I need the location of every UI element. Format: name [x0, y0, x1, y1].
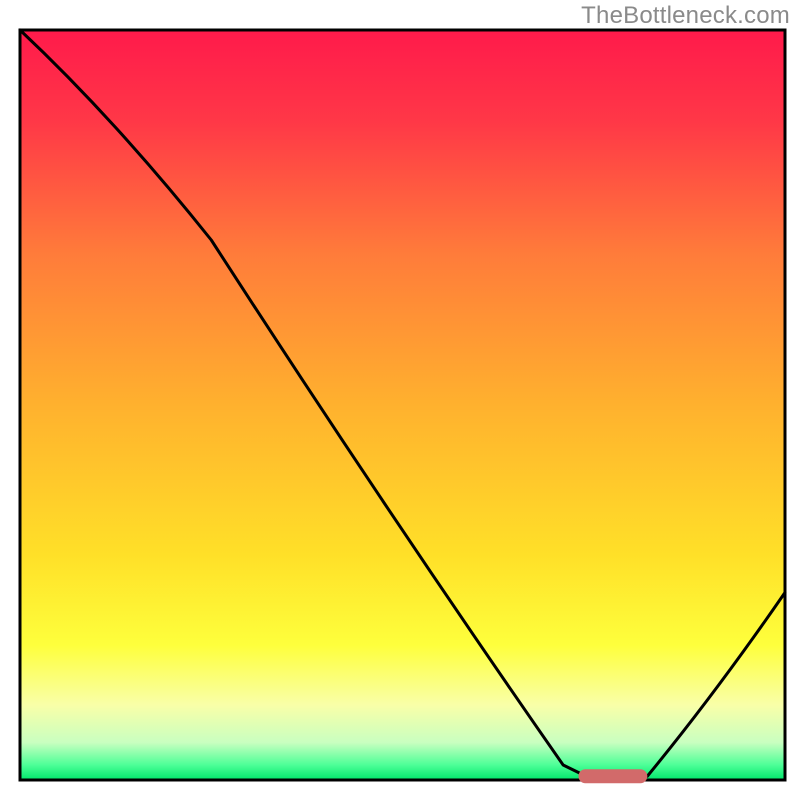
- optimal-range-marker: [578, 769, 647, 783]
- gradient-background: [20, 30, 785, 780]
- bottleneck-chart: TheBottleneck.com: [0, 0, 800, 800]
- attribution-label: TheBottleneck.com: [581, 2, 790, 30]
- chart-canvas: [0, 0, 800, 800]
